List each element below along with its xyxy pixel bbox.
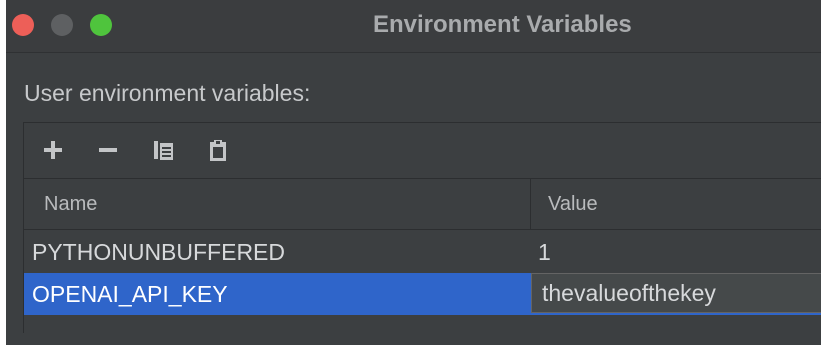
variable-name-cell[interactable]: OPENAI_API_KEY [32, 273, 228, 315]
section-label: User environment variables: [24, 80, 311, 106]
table-row[interactable]: PYTHONUNBUFFERED 1 [24, 231, 821, 273]
table-row-selected[interactable]: OPENAI_API_KEY thevalueofthekey [24, 273, 821, 315]
close-window-button[interactable] [12, 14, 34, 36]
table-header: Name Value [24, 179, 821, 230]
copy-button[interactable] [147, 133, 181, 167]
zoom-window-button[interactable] [90, 14, 112, 36]
column-divider[interactable] [530, 179, 531, 229]
add-button[interactable] [36, 133, 70, 167]
minimize-window-button[interactable] [51, 14, 73, 36]
environment-variables-dialog: Environment Variables User environment v… [6, 0, 821, 345]
env-vars-panel: Name Value PYTHONUNBUFFERED 1 OPENAI_API… [23, 122, 821, 333]
title-bar: Environment Variables [6, 0, 821, 53]
remove-button[interactable] [91, 133, 125, 167]
variable-name-cell[interactable]: PYTHONUNBUFFERED [32, 231, 285, 273]
column-header-name[interactable]: Name [44, 179, 97, 229]
copy-icon [154, 141, 173, 160]
plus-icon [44, 141, 62, 159]
paste-button[interactable] [201, 133, 235, 167]
variable-value-input[interactable]: thevalueofthekey [531, 273, 821, 313]
window-title: Environment Variables [373, 11, 632, 38]
variable-value-cell[interactable]: 1 [538, 231, 551, 273]
minus-icon [99, 148, 117, 152]
table-toolbar [24, 123, 821, 179]
clipboard-icon [210, 140, 226, 161]
column-header-value[interactable]: Value [548, 179, 598, 229]
